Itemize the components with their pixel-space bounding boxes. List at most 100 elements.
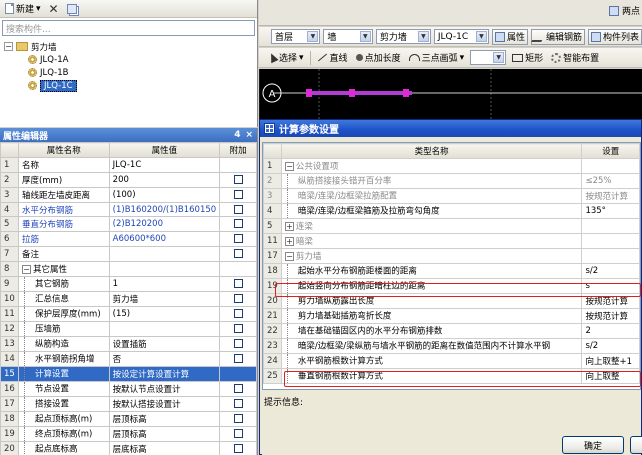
setting-value[interactable] (581, 158, 640, 174)
extra-checkbox[interactable] (233, 294, 243, 304)
collapse-icon[interactable]: − (21, 265, 31, 275)
property-value[interactable]: 按默认节点设置计 (108, 381, 221, 398)
property-value[interactable]: 200 (108, 171, 221, 188)
setting-row[interactable]: 11 + 暗梁 (263, 233, 640, 249)
wall-endpoint[interactable] (403, 89, 409, 97)
new-button[interactable]: 新建 ▾ (3, 1, 43, 16)
extra-checkbox[interactable] (233, 414, 243, 424)
tree-item[interactable]: JLQ-1A (4, 53, 257, 66)
property-row[interactable]: 11 保护层厚度(mm) (15) (0, 306, 257, 323)
property-row[interactable]: 4 水平分布钢筋 (1)B160200/(1)B160150 (0, 201, 257, 218)
setting-row[interactable]: 5 + 连梁 (263, 218, 640, 234)
setting-value[interactable] (581, 248, 640, 264)
property-value[interactable]: (100) (108, 186, 221, 203)
select-tool-button[interactable]: 选择 ▾ (267, 50, 306, 66)
setting-row[interactable]: 18 起始水平分布钢筋距楼面的距离 s/2 (263, 263, 640, 279)
property-value[interactable]: 剪力墙 (108, 291, 221, 308)
setting-row[interactable]: 3 暗梁/连梁/边框梁拉筋配置 按规范计算 (263, 188, 640, 204)
collapse-icon[interactable]: − (284, 252, 294, 261)
setting-row[interactable]: 24 水平钢筋根数计算方式 向上取整+1 (263, 353, 640, 369)
setting-value[interactable]: 按规范计算 (581, 293, 640, 309)
wall-segment[interactable] (308, 91, 412, 95)
close-icon[interactable]: × (245, 130, 253, 140)
setting-value[interactable]: 向上取整+1 (581, 353, 640, 369)
category-select[interactable]: 剪力墙 ▼ (375, 29, 431, 44)
extra-checkbox[interactable] (233, 384, 243, 394)
wall-endpoint[interactable] (306, 89, 312, 97)
setting-row[interactable]: 2 纵筋搭接接头错开百分率 ≤25% (263, 173, 640, 189)
tree-root[interactable]: − 剪力墙 (4, 40, 257, 53)
copy-button[interactable] (65, 1, 79, 16)
property-row[interactable]: 6 拉筋 A60600*600 (0, 231, 257, 248)
property-row[interactable]: 16 节点设置 按默认节点设置计 (0, 381, 257, 398)
extra-checkbox[interactable] (233, 204, 243, 214)
property-row[interactable]: 13 纵筋构造 设置插筋 (0, 336, 257, 353)
property-value[interactable]: 按默认搭接设置计 (108, 396, 221, 413)
setting-row[interactable]: 20 剪力墙纵筋露出长度 按规范计算 (263, 293, 640, 309)
extra-checkbox[interactable] (233, 189, 243, 199)
extra-checkbox[interactable] (233, 174, 243, 184)
property-row[interactable]: 8− 其它属性 (0, 261, 257, 278)
setting-row[interactable]: 22 墙在基础锚固区内的水平分布钢筋排数 2 (263, 323, 640, 339)
floor-select[interactable]: 首层 ▼ (271, 29, 321, 44)
extra-checkbox[interactable] (233, 249, 243, 259)
cancel-button[interactable] (630, 436, 642, 454)
collapse-icon[interactable]: − (284, 162, 294, 171)
property-row[interactable]: 5 垂直分布钢筋 (2)B120200 (0, 216, 257, 233)
setting-value[interactable]: 按规范计算 (581, 308, 640, 324)
property-value[interactable]: 层顶标高 (108, 411, 221, 428)
property-value[interactable]: 1 (108, 276, 221, 293)
property-row[interactable]: 17 搭接设置 按默认搭接设置计 (0, 396, 257, 413)
property-row[interactable]: 15 计算设置 按设定计算设置计算 (0, 366, 257, 383)
search-input[interactable]: 搜索构件... (2, 20, 255, 36)
extra-checkbox[interactable] (233, 339, 243, 349)
property-value[interactable]: 层底标高 (108, 441, 221, 455)
setting-value[interactable]: s/2 (581, 338, 640, 354)
property-row[interactable]: 12 压墙筋 (0, 321, 257, 338)
extra-checkbox[interactable] (233, 324, 243, 334)
extra-checkbox[interactable] (233, 399, 243, 409)
property-value[interactable]: 否 (108, 351, 221, 368)
smart-place-button[interactable]: 智能布置 (549, 50, 601, 66)
setting-value[interactable]: s/2 (581, 263, 640, 279)
property-value[interactable]: 按设定计算设置计算 (108, 366, 221, 383)
type-select[interactable]: 墙 ▼ (323, 29, 373, 44)
property-value[interactable]: A60600*600 (108, 231, 221, 248)
property-row[interactable]: 19 终点顶标高(m) 层顶标高 (0, 426, 257, 443)
tree-item-selected[interactable]: JLQ-1C (4, 79, 257, 92)
setting-value[interactable]: 向上取整 (581, 368, 640, 384)
setting-value[interactable]: 2 (581, 323, 640, 339)
setting-row[interactable]: 4 暗梁/连梁/边框梁箍筋及拉筋弯勾角度 135° (263, 203, 640, 219)
dialog-title-bar[interactable]: 计算参数设置 (260, 120, 641, 137)
component-list-button[interactable]: 构件列表 (588, 28, 642, 45)
extra-checkbox[interactable] (233, 309, 243, 319)
extra-checkbox[interactable] (233, 354, 243, 364)
line-tool-button[interactable]: 直线 (315, 50, 350, 66)
property-row[interactable]: 7 备注 (0, 246, 257, 263)
rect-tool-button[interactable]: 矩形 (510, 50, 545, 66)
extra-checkbox[interactable] (233, 279, 243, 289)
setting-row[interactable]: 25 垂直钢筋根数计算方式 向上取整 (263, 368, 640, 384)
property-row[interactable]: 9 其它钢筋 1 (0, 276, 257, 293)
property-value[interactable] (108, 321, 221, 338)
collapse-icon[interactable]: − (4, 42, 13, 51)
draw-option-select[interactable]: ▼ (470, 50, 507, 65)
property-value[interactable]: (1)B160200/(1)B160150 (108, 201, 221, 218)
property-row[interactable]: 1 名称 JLQ-1C (0, 156, 257, 173)
setting-value[interactable]: 135° (581, 203, 640, 219)
extra-checkbox[interactable] (233, 219, 243, 229)
property-value[interactable]: 层顶标高 (108, 426, 221, 443)
extra-checkbox[interactable] (233, 429, 243, 439)
point-length-tool-button[interactable]: 点加长度 (354, 50, 403, 66)
property-row[interactable]: 14 水平钢筋拐角增 否 (0, 351, 257, 368)
setting-value[interactable]: s (581, 278, 640, 294)
setting-value[interactable] (581, 233, 640, 249)
property-value[interactable]: 设置插筋 (108, 336, 221, 353)
property-value[interactable] (108, 246, 221, 263)
property-row[interactable]: 3 轴线距左墙皮距离 (100) (0, 186, 257, 203)
delete-button[interactable]: ✕ (47, 1, 61, 16)
properties-button[interactable]: 属性 (491, 28, 528, 45)
setting-row[interactable]: 21 剪力墙基础插筋弯折长度 按规范计算 (263, 308, 640, 324)
extra-checkbox[interactable] (233, 234, 243, 244)
extra-checkbox[interactable] (233, 444, 243, 454)
